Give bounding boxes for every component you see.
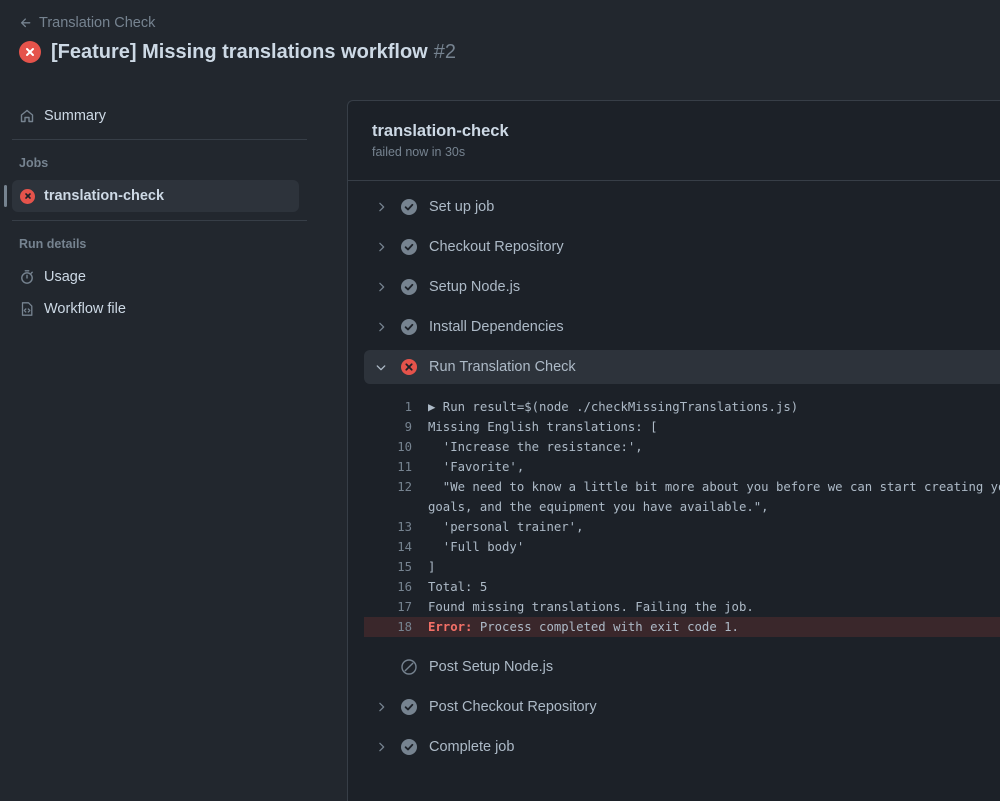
line-number[interactable]: 15 [364, 560, 412, 574]
line-number[interactable]: 18 [364, 620, 412, 634]
log-line: 16 Total: 5 [364, 577, 1000, 597]
chevron-right-icon [379, 742, 385, 752]
job-panel: translation-check failed now in 30s Set … [347, 100, 1000, 801]
log-line-continuation: goals, and the equipment you have availa… [428, 500, 769, 514]
line-number[interactable]: 17 [364, 600, 412, 614]
line-number[interactable]: 9 [364, 420, 412, 434]
step-label: Set up job [429, 199, 495, 215]
log-text: Found missing translations. Failing the … [428, 600, 754, 614]
log-line: 17 Found missing translations. Failing th… [364, 597, 1000, 617]
failure-icon [19, 41, 41, 63]
log-text: ] [428, 560, 436, 574]
log-line: 14 'Full body' [364, 537, 1000, 557]
back-link[interactable]: Translation Check [19, 13, 155, 33]
log-text: 'personal trainer', [428, 520, 584, 534]
check-circle-icon [401, 699, 417, 715]
error-message: Process completed with exit code 1. [472, 620, 739, 634]
chevron-down-icon [376, 365, 386, 371]
log-text: 'Increase the resistance:', [428, 440, 643, 454]
step-install-dependencies[interactable]: Install Dependencies [364, 310, 1000, 344]
page-title-row: [Feature] Missing translations workflow #… [19, 38, 456, 66]
check-circle-icon [401, 199, 417, 215]
step-label: Post Setup Node.js [429, 659, 554, 675]
check-circle-icon [401, 739, 417, 755]
chevron-right-icon [379, 702, 385, 712]
divider [12, 220, 307, 221]
error-keyword: Error: [428, 620, 473, 634]
step-label: Checkout Repository [429, 239, 564, 255]
sidebar-item-label: Summary [44, 108, 107, 124]
log-text: Total: 5 [428, 580, 488, 594]
step-complete-job[interactable]: Complete job [364, 730, 1000, 764]
step-post-setup-node-js: Post Setup Node.js [364, 650, 1000, 684]
step-set-up-job[interactable]: Set up job [364, 190, 1000, 224]
sidebar-item-translation-check[interactable]: translation-check [12, 180, 299, 212]
sidebar-item-label: Usage [44, 269, 86, 285]
sidebar-item-label: Workflow file [44, 301, 126, 317]
line-number[interactable]: 11 [364, 460, 412, 474]
line-number[interactable]: 1 [364, 400, 412, 414]
chevron-right-icon [379, 202, 385, 212]
step-log: 1 ▶ Run result=$(node ./checkMissingTrans… [364, 397, 1000, 637]
log-line: 11 'Favorite', [364, 457, 1000, 477]
log-text: Missing English translations: [ [428, 420, 658, 434]
back-link-label: Translation Check [39, 15, 156, 31]
step-label: Install Dependencies [429, 319, 564, 335]
step-setup-node-js[interactable]: Setup Node.js [364, 270, 1000, 304]
run-number: #2 [433, 40, 456, 63]
sidebar-item-label: translation-check [44, 188, 165, 204]
arrow-left-icon [20, 18, 31, 28]
job-status-text: failed now in 30s [372, 145, 466, 159]
step-label: Setup Node.js [429, 279, 521, 295]
step-label: Post Checkout Repository [429, 699, 597, 715]
log-text: 'Favorite', [428, 460, 525, 474]
step-post-checkout-repository[interactable]: Post Checkout Repository [364, 690, 1000, 724]
x-circle-icon [401, 359, 417, 375]
file-code-icon [21, 302, 33, 316]
log-line: 10 'Increase the resistance:', [364, 437, 1000, 457]
job-title: translation-check [372, 122, 509, 140]
line-number[interactable]: 10 [364, 440, 412, 454]
check-circle-icon [401, 279, 417, 295]
check-circle-icon [401, 319, 417, 335]
chevron-right-icon [379, 282, 385, 292]
chevron-right-icon [379, 322, 385, 332]
active-job-indicator [4, 185, 7, 207]
chevron-right-icon [379, 242, 385, 252]
sidebar-item-summary[interactable]: Summary [19, 106, 106, 126]
log-line: 15] [364, 557, 1000, 577]
step-label: Run Translation Check [429, 359, 576, 375]
jobs-heading: Jobs [19, 156, 49, 170]
log-text: ▶ Run result=$(node ./checkMissingTransl… [428, 400, 799, 414]
run-details-heading: Run details [19, 237, 87, 251]
line-number[interactable]: 12 [364, 480, 412, 494]
log-text: "We need to know a little bit more about… [428, 480, 1000, 494]
step-label: Complete job [429, 739, 515, 755]
failure-icon [20, 188, 35, 204]
log-line: 13 'personal trainer', [364, 517, 1000, 537]
log-line: 1 ▶ Run result=$(node ./checkMissingTrans… [364, 397, 1000, 417]
page-title: [Feature] Missing translations workflow [51, 40, 428, 63]
log-text: 'Full body' [428, 540, 525, 554]
step-checkout-repository[interactable]: Checkout Repository [364, 230, 1000, 264]
sidebar-item-usage[interactable]: Usage [19, 267, 86, 287]
sidebar-item-workflow-file[interactable]: Workflow file [19, 299, 126, 319]
log-line: 9 Missing English translations: [ [364, 417, 1000, 437]
home-icon [20, 109, 34, 123]
log-line-error: 18 Error: Process completed with exit cod… [364, 617, 1000, 637]
line-number[interactable]: 16 [364, 580, 412, 594]
line-number[interactable]: 14 [364, 540, 412, 554]
divider [12, 139, 307, 140]
step-run-translation-check[interactable]: Run Translation Check [364, 350, 1000, 384]
stopwatch-icon [21, 270, 33, 284]
skip-icon [401, 659, 417, 675]
job-header: translation-check failed now in 30s [348, 101, 1000, 181]
log-line: 12 "We need to know a little bit more ab… [364, 477, 1000, 497]
check-circle-icon [401, 239, 417, 255]
line-number[interactable]: 13 [364, 520, 412, 534]
